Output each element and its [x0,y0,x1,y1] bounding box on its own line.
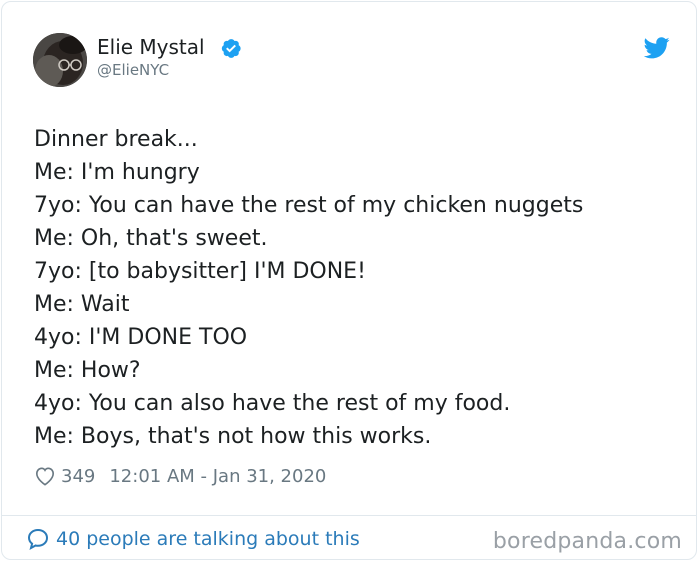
tweet-line: Me: How? [34,358,141,383]
tweet-line: 4yo: I'M DONE TOO [34,325,248,350]
tweet-text: Dinner break... Me: I'm hungry 7yo: You … [34,123,674,453]
tweet-line: Me: Wait [34,292,130,317]
heart-icon[interactable] [34,466,56,486]
tweet-line: Me: Oh, that's sweet. [34,226,268,251]
verified-badge-icon [220,37,242,59]
speech-bubble-icon [27,528,49,550]
like-count: 349 [61,465,96,487]
talking-label: 40 people are talking about this [56,528,360,550]
tweet-card: Elie Mystal @ElieNYC Dinner break... Me:… [1,1,697,560]
tweet-line: Me: I'm hungry [34,160,200,185]
tweet-meta: 349 12:01 AM - Jan 31, 2020 [34,463,326,489]
timestamp[interactable]: 12:01 AM - Jan 31, 2020 [109,466,326,487]
tweet-line: 7yo: You can have the rest of my chicken… [34,193,584,218]
display-name[interactable]: Elie Mystal [97,35,205,59]
tweet-line: Dinner break... [34,127,198,152]
divider [2,515,696,516]
twitter-bird-icon[interactable] [643,37,670,59]
tweet-line: 4yo: You can also have the rest of my fo… [34,391,511,416]
avatar[interactable] [33,33,87,87]
watermark: boredpanda.com [492,529,682,554]
talking-link[interactable]: 40 people are talking about this [26,527,360,551]
user-handle[interactable]: @ElieNYC [97,61,169,79]
tweet-line: 7yo: [to babysitter] I'M DONE! [34,259,366,284]
tweet-line: Me: Boys, that's not how this works. [34,424,432,449]
